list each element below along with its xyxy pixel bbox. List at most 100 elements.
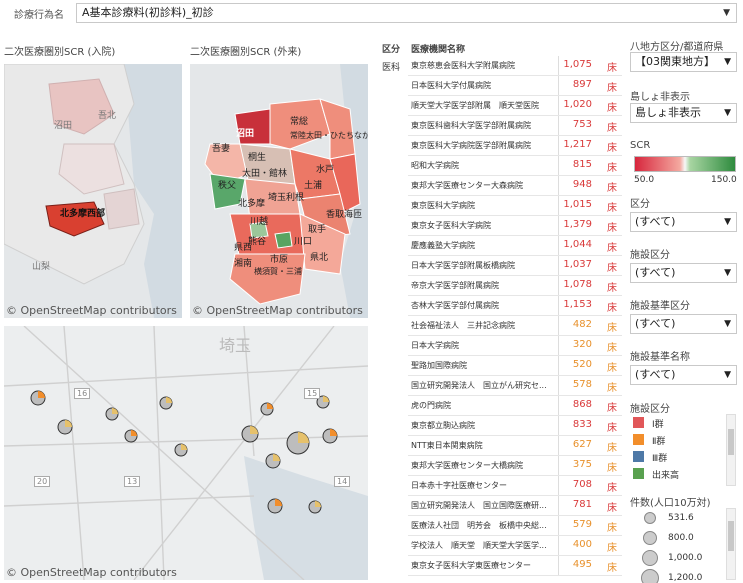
table-row[interactable]: 杏林大学医学部付属病院 1,153 床 xyxy=(408,296,622,316)
chevron-down-icon: ▼ xyxy=(723,8,730,18)
table-row[interactable]: 昭和大学病院 815 床 xyxy=(408,156,622,176)
scrollbar-thumb[interactable] xyxy=(728,429,734,455)
table-row[interactable]: 東京女子医科大学東医療センター 495 床 xyxy=(408,556,622,576)
hospital-name: 東京医科歯科大学医学部附属病院 xyxy=(411,121,531,130)
bed-count: 833 xyxy=(572,419,592,430)
table-row[interactable]: 日本大学病院 320 床 xyxy=(408,336,622,356)
region-label-numata-out: 沼田 xyxy=(236,129,255,139)
bed-unit: 床 xyxy=(607,503,617,514)
region-label-shonan: 湘南 xyxy=(234,259,253,269)
route-14-icon: 14 xyxy=(334,476,351,487)
hospital-name: 東京女子医科大学東医療センター xyxy=(411,561,531,570)
size-legend-scrollbar[interactable] xyxy=(726,508,736,580)
hospital-name: NTT東日本関東病院 xyxy=(411,441,483,450)
hospital-point-map[interactable]: 埼玉 16 15 20 13 14 © OpenStreetMap contri… xyxy=(4,326,368,580)
table-row[interactable]: 東京医科大学病院医学部附属病院 1,217 床 xyxy=(408,136,622,156)
island-filter-select[interactable]: 島しょ非表示 ▼ xyxy=(630,103,737,123)
table-row[interactable]: 社会福祉法人 三井記念病院 482 床 xyxy=(408,316,622,336)
cell-divider xyxy=(558,316,559,335)
table-row[interactable]: 国立研究開発法人 国立国際医療研... 781 床 xyxy=(408,496,622,516)
procedure-name-select[interactable]: A基本診療料(初診料)_初診 ▼ xyxy=(76,3,737,23)
table-row[interactable]: 国立研究開発法人 国立がん研究セ... 578 床 xyxy=(408,376,622,396)
table-row[interactable]: 東京都立駒込病院 833 床 xyxy=(408,416,622,436)
bed-count: 897 xyxy=(572,79,592,90)
table-row[interactable]: 順天堂大学医学部附属 順天堂医院 1,020 床 xyxy=(408,96,622,116)
inpatient-map[interactable]: 沼田 吾北 山梨 北多摩西部 © OpenStreetMap contribut… xyxy=(4,64,182,318)
bed-count: 1,020 xyxy=(563,99,592,110)
size-label: 1,000.0 xyxy=(668,553,703,563)
bed-count: 520 xyxy=(572,359,592,370)
bed-count: 1,379 xyxy=(563,219,592,230)
kijun-name-filter-value: (すべて) xyxy=(635,368,676,381)
table-row[interactable]: 虎の門病院 868 床 xyxy=(408,396,622,416)
kijun-name-filter-select[interactable]: (すべて) ▼ xyxy=(630,365,737,385)
bed-count: 708 xyxy=(572,479,592,490)
table-row[interactable]: 東京慈恵会医科大学附属病院 1,075 床 xyxy=(408,56,622,76)
bed-count: 868 xyxy=(572,399,592,410)
legend-label: Ⅰ群 xyxy=(652,420,664,430)
bed-count: 815 xyxy=(572,159,592,170)
region-label-numata: 沼田 xyxy=(54,121,73,131)
size-circle xyxy=(641,569,659,583)
region-label-agatsuma: 吾妻 xyxy=(212,144,231,154)
cell-divider xyxy=(558,136,559,155)
kijun-kubun-filter-select[interactable]: (すべて) ▼ xyxy=(630,314,737,334)
cell-divider xyxy=(558,376,559,395)
table-row[interactable]: 東京女子医科大学病院 1,379 床 xyxy=(408,216,622,236)
table-row[interactable]: 慶應義塾大学病院 1,044 床 xyxy=(408,236,622,256)
shisetsu-filter-select[interactable]: (すべて) ▼ xyxy=(630,263,737,283)
legend-swatch xyxy=(633,434,644,445)
chevron-down-icon: ▼ xyxy=(724,370,731,380)
bed-count: 627 xyxy=(572,439,592,450)
table-row[interactable]: 日本医科大学付属病院 897 床 xyxy=(408,76,622,96)
table-row[interactable]: 東邦大学医療センター大森病院 948 床 xyxy=(408,176,622,196)
bed-unit: 床 xyxy=(607,543,617,554)
region-label-yamanashi: 山梨 xyxy=(32,262,51,272)
cell-divider xyxy=(558,216,559,235)
table-row[interactable]: 東京医科大学病院 1,015 床 xyxy=(408,196,622,216)
table-row[interactable]: 医療法人社団 明芳会 板橋中央総... 579 床 xyxy=(408,516,622,536)
table-row[interactable]: 学校法人 順天堂 順天堂大学医学... 400 床 xyxy=(408,536,622,556)
scr-min-label: 50.0 xyxy=(634,175,655,185)
table-row[interactable]: NTT東日本関東病院 627 床 xyxy=(408,436,622,456)
bed-count: 1,044 xyxy=(563,239,592,250)
bed-unit: 床 xyxy=(607,303,617,314)
region-label-kawaguchi: 川口 xyxy=(294,237,313,247)
table-row[interactable]: 東京医科歯科大学医学部附属病院 753 床 xyxy=(408,116,622,136)
legend-swatch xyxy=(633,451,644,462)
table-row[interactable]: 日本赤十字社医療センター 708 床 xyxy=(408,476,622,496)
hospital-name: 国立研究開発法人 国立がん研究セ... xyxy=(411,381,547,390)
bed-count: 1,153 xyxy=(563,299,592,310)
kijun-kubun-filter-label: 施設基準区分 xyxy=(630,301,690,312)
kubun-filter-select[interactable]: (すべて) ▼ xyxy=(630,212,737,232)
kijun-name-filter-label: 施設基準名称 xyxy=(630,352,690,363)
procedure-name-label: 診療行為名 xyxy=(14,10,64,21)
legend-label: 出来高 xyxy=(652,471,680,481)
region-filter-label: 八地方区分/都道府県 xyxy=(630,42,724,53)
bed-count: 1,217 xyxy=(563,139,592,150)
table-row[interactable]: 日本大学医学部附属板橋病院 1,037 床 xyxy=(408,256,622,276)
bed-unit: 床 xyxy=(607,563,617,574)
region-label-mito: 水戸 xyxy=(316,165,335,175)
region-label-saitama-tone: 埼玉利根 xyxy=(268,193,305,203)
legend-scrollbar[interactable] xyxy=(726,414,736,486)
size-label: 1,200.0 xyxy=(668,573,703,583)
bed-count: 781 xyxy=(572,499,592,510)
hospital-name: 日本医科大学付属病院 xyxy=(411,81,491,90)
region-filter-select[interactable]: 【03関東地方】 ▼ xyxy=(630,52,737,72)
scrollbar-thumb[interactable] xyxy=(728,521,734,551)
hospital-name: 聖路加国際病院 xyxy=(411,361,467,370)
region-label-kawagoe: 川越 xyxy=(250,217,269,227)
island-filter-label: 島しょ非表示 xyxy=(630,92,690,103)
size-legend-title: 件数(人口10万対) xyxy=(630,498,711,509)
cell-divider xyxy=(558,496,559,515)
table-row[interactable]: 東邦大学医療センター大橋病院 375 床 xyxy=(408,456,622,476)
hospital-name: 東京慈恵会医科大学附属病院 xyxy=(411,61,515,70)
table-row[interactable]: 聖路加国際病院 520 床 xyxy=(408,356,622,376)
inpatient-map-title: 二次医療圏別SCR (入院) xyxy=(4,47,116,58)
outpatient-map[interactable]: 沼田 吾妻 常総 桐生 太田・館林 常陸太田・ひたちなか 秩父 埼玉利根 水戸 … xyxy=(190,64,368,318)
table-row[interactable]: 帝京大学医学部附属病院 1,078 床 xyxy=(408,276,622,296)
hospital-name: 日本大学医学部附属板橋病院 xyxy=(411,261,515,270)
bed-count: 1,075 xyxy=(563,59,592,70)
size-circle xyxy=(642,550,658,566)
